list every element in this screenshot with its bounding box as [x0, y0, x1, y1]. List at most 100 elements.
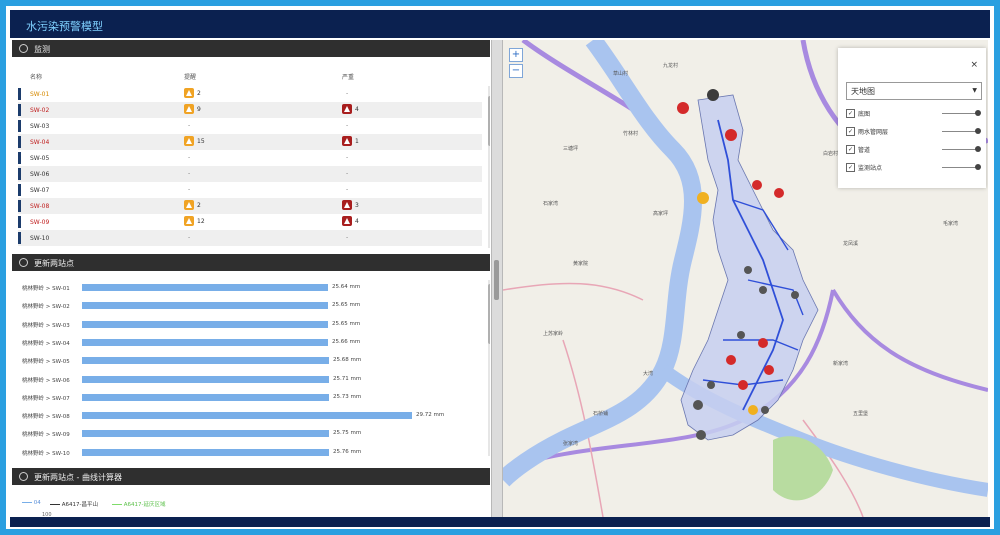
slider-handle[interactable]	[975, 128, 981, 134]
layer-checkbox[interactable]: ✓	[846, 145, 855, 154]
table-row[interactable]: SW-10 - -	[18, 230, 482, 246]
map-place-label: 白岩村	[823, 151, 839, 157]
map-place-label: 黄家院	[573, 261, 589, 267]
bar-label: 桃林野岭 > SW-02	[22, 304, 70, 311]
opacity-slider[interactable]	[942, 131, 978, 132]
status-scrollbar[interactable]	[488, 86, 490, 248]
table-row[interactable]: SW-08 2 3	[18, 198, 482, 214]
alarm-icon	[342, 216, 352, 226]
warn-cell: -	[188, 186, 191, 193]
map-place-label: 高家坪	[653, 211, 669, 217]
bar-label: 桃林野岭 > SW-08	[22, 414, 70, 421]
footer-bar	[10, 517, 990, 527]
opacity-slider[interactable]	[942, 113, 978, 114]
zoom-in-button[interactable]: +	[509, 48, 523, 62]
table-row[interactable]: SW-06 - -	[18, 166, 482, 182]
table-row[interactable]: SW-07 - -	[18, 182, 482, 198]
scroll-thumb[interactable]	[488, 284, 490, 344]
layer-checkbox[interactable]: ✓	[846, 109, 855, 118]
list-item[interactable]: 桃林野岭 > SW-04 25.66 mm	[18, 335, 478, 351]
warn-cell: 2	[184, 200, 201, 212]
warn-cell: -	[188, 122, 191, 129]
bar-label: 桃林野岭 > SW-03	[22, 322, 70, 329]
station-name: SW-09	[30, 219, 50, 226]
severe-count: 4	[355, 217, 359, 225]
collapse-icon[interactable]	[19, 472, 28, 481]
column-header-severe: 严重	[342, 74, 355, 81]
severe-cell: 3	[342, 200, 359, 212]
chevron-down-icon: ▼	[972, 87, 977, 94]
warn-count: 12	[197, 217, 205, 225]
scroll-thumb[interactable]	[488, 96, 490, 146]
warn-cell: 12	[184, 216, 205, 228]
list-item[interactable]: 桃林野岭 > SW-01 25.64 mm	[18, 280, 478, 296]
zoom-out-button[interactable]: −	[509, 64, 523, 78]
list-item[interactable]: 桃林野岭 > SW-07 25.73 mm	[18, 390, 478, 406]
layer-row: ✓ 雨水管网层	[846, 126, 981, 138]
map-place-label: 石家湾	[543, 201, 559, 207]
opacity-slider[interactable]	[942, 149, 978, 150]
legend-item[interactable]: A6417-昌平山	[50, 500, 98, 508]
map-place-label: 新家湾	[833, 361, 849, 367]
table-row[interactable]: SW-05 - -	[18, 150, 482, 166]
trend-section-header[interactable]: 更新两站点 - 曲线计算器	[12, 468, 490, 485]
bar-value: 25.73 mm	[333, 393, 362, 400]
layer-label: 监测站点	[858, 165, 883, 172]
layer-checkbox[interactable]: ✓	[846, 163, 855, 172]
close-icon[interactable]: ×	[970, 60, 978, 70]
warning-icon	[184, 136, 194, 146]
collapse-icon[interactable]	[19, 258, 28, 267]
warn-cell: -	[188, 234, 191, 241]
severe-cell: -	[346, 90, 349, 97]
severe-cell: -	[346, 122, 349, 129]
status-section-header[interactable]: 监测	[12, 40, 490, 57]
table-row[interactable]: SW-03 - -	[18, 118, 482, 134]
list-item[interactable]: 桃林野岭 > SW-08 29.72 mm	[18, 408, 478, 424]
station-name: SW-03	[30, 123, 50, 130]
table-row[interactable]: SW-01 2 -	[18, 86, 482, 102]
list-item[interactable]: 桃林野岭 > SW-05 25.68 mm	[18, 353, 478, 369]
map-view[interactable]: 草山村 九龙村 三塘坪 石家湾 竹林村 高家坪 白岩村 毛家湾 上苏家岭 黄家院…	[503, 40, 988, 517]
level-bar	[82, 302, 328, 310]
list-item[interactable]: 桃林野岭 > SW-10 25.76 mm	[18, 445, 478, 461]
pane-splitter[interactable]	[491, 40, 503, 517]
list-item[interactable]: 桃林野岭 > SW-06 25.71 mm	[18, 372, 478, 388]
severe-cell: -	[346, 154, 349, 161]
slider-handle[interactable]	[975, 164, 981, 170]
table-row[interactable]: SW-02 9 4	[18, 102, 482, 118]
map-place-label: 毛家湾	[943, 221, 959, 227]
level-bar	[82, 357, 329, 365]
slider-handle[interactable]	[975, 146, 981, 152]
station-name: SW-06	[30, 171, 50, 178]
station-name: SW-01	[30, 91, 50, 98]
levels-scrollbar[interactable]	[488, 280, 490, 456]
level-bar	[82, 412, 412, 420]
table-row[interactable]: SW-04 15 1	[18, 134, 482, 150]
opacity-slider[interactable]	[942, 167, 978, 168]
severe-cell: -	[346, 170, 349, 177]
list-item[interactable]: 桃林野岭 > SW-09 25.75 mm	[18, 426, 478, 442]
slider-handle[interactable]	[975, 110, 981, 116]
table-row[interactable]: SW-09 12 4	[18, 214, 482, 230]
legend-swatch	[22, 502, 32, 503]
trend-section-title: 更新两站点 - 曲线计算器	[34, 473, 122, 482]
warn-count: 2	[197, 89, 201, 97]
column-header-name: 名称	[30, 74, 43, 81]
app-frame: 水污染预警模型 监测 名称 提醒 严重 SW-01 2 - SW-02 9 4 SW-03 -…	[6, 6, 994, 529]
splitter-grip[interactable]	[494, 260, 499, 300]
layer-checkbox[interactable]: ✓	[846, 127, 855, 136]
map-place-label: 九龙村	[663, 63, 679, 69]
severe-count: 3	[355, 201, 359, 209]
bar-value: 25.68 mm	[333, 357, 362, 364]
warn-count: 2	[197, 201, 201, 209]
severe-cell: -	[346, 234, 349, 241]
legend-item[interactable]: 04	[22, 500, 41, 506]
collapse-icon[interactable]	[19, 44, 28, 53]
warning-icon	[184, 200, 194, 210]
basemap-select[interactable]: 天地图 ▼	[846, 82, 982, 100]
list-item[interactable]: 桃林野岭 > SW-02 25.65 mm	[18, 298, 478, 314]
warn-cell: 2	[184, 88, 201, 100]
legend-item[interactable]: A6417-延庆区域	[112, 500, 166, 508]
levels-section-header[interactable]: 更新两站点	[12, 254, 490, 271]
list-item[interactable]: 桃林野岭 > SW-03 25.65 mm	[18, 317, 478, 333]
